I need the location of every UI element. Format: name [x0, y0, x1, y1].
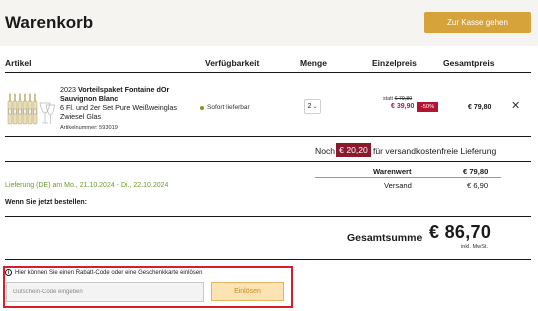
- voucher-info-text: Hier können Sie einen Rabatt-Code oder e…: [15, 269, 203, 276]
- cart-table-header: Artikel Verfügbarkeit Menge Einzelpreis …: [0, 58, 538, 72]
- page-title: Warenkorb: [5, 13, 94, 32]
- shipping-remaining-badge: € 20,20: [336, 143, 371, 157]
- redeem-button[interactable]: Einlösen: [211, 282, 284, 301]
- shipping-cost-value: € 6,90: [467, 181, 489, 190]
- wine-bottles-icon: [7, 93, 55, 125]
- divider: [5, 216, 531, 217]
- shipping-suffix: für versandkostenfreie Lieferung: [373, 146, 497, 156]
- availability-label: Sofort lieferbar: [207, 104, 250, 111]
- info-icon: i: [5, 269, 12, 276]
- column-header-quantity: Menge: [300, 58, 327, 68]
- product-name[interactable]: Vorteilspaket Fontaine dOr Sauvignon Bla…: [60, 85, 169, 103]
- product-title[interactable]: 2023 Vorteilspaket Fontaine dOr Sauvigno…: [60, 85, 200, 103]
- column-header-artikel: Artikel: [5, 58, 32, 68]
- checkout-button[interactable]: Zur Kasse gehen: [424, 12, 531, 33]
- delivery-date: Lieferung (DE) am Mo., 21.10.2024 - Di.,…: [5, 182, 169, 189]
- warenwert-label: Warenwert: [373, 167, 412, 176]
- unit-price: € 39,90: [391, 103, 415, 110]
- warenwert-value: € 79,80: [463, 167, 489, 176]
- column-header-total-price: Gesamtpreis: [443, 58, 495, 68]
- divider: [5, 72, 531, 73]
- shipping-cost-label: Versand: [384, 181, 412, 190]
- grand-total-label: Gesamtsumme: [347, 232, 423, 244]
- product-description: 6 Fl. und 2er Set Pure Weißweinglas Zwie…: [60, 103, 177, 121]
- divider: [5, 259, 531, 260]
- availability-status: Sofort lieferbar: [200, 104, 250, 111]
- divider: [5, 161, 531, 162]
- voucher-code-input[interactable]: [6, 282, 204, 302]
- divider: [5, 136, 531, 137]
- article-number: Artikelnummer: 593019: [60, 125, 118, 131]
- page-header: Warenkorb Zur Kasse gehen: [0, 0, 538, 46]
- vat-note: inkl. MwSt.: [461, 244, 489, 250]
- product-year: 2023: [60, 85, 76, 94]
- old-price: statt € 79,80: [383, 96, 412, 102]
- old-price-value: € 79,80: [394, 96, 413, 102]
- column-header-unit-price: Einzelpreis: [372, 58, 417, 68]
- availability-dot-icon: [200, 105, 204, 110]
- quantity-select[interactable]: 2 ⌄: [304, 99, 321, 114]
- order-now-note: Wenn Sie jetzt bestellen:: [5, 199, 87, 206]
- line-total-price: € 79,80: [468, 104, 492, 111]
- old-price-prefix: statt: [383, 96, 394, 102]
- chevron-down-icon: ⌄: [312, 104, 318, 110]
- divider: [315, 177, 501, 178]
- shipping-prefix: Noch: [315, 146, 336, 156]
- grand-total-value: € 86,70: [429, 222, 492, 242]
- discount-badge: -50%: [417, 102, 438, 112]
- column-header-availability: Verfügbarkeit: [205, 58, 260, 68]
- product-image[interactable]: [7, 91, 55, 125]
- quantity-value: 2: [307, 103, 312, 110]
- close-icon[interactable]: ✕: [511, 101, 520, 112]
- voucher-info: i Hier können Sie einen Rabatt-Code oder…: [5, 269, 202, 276]
